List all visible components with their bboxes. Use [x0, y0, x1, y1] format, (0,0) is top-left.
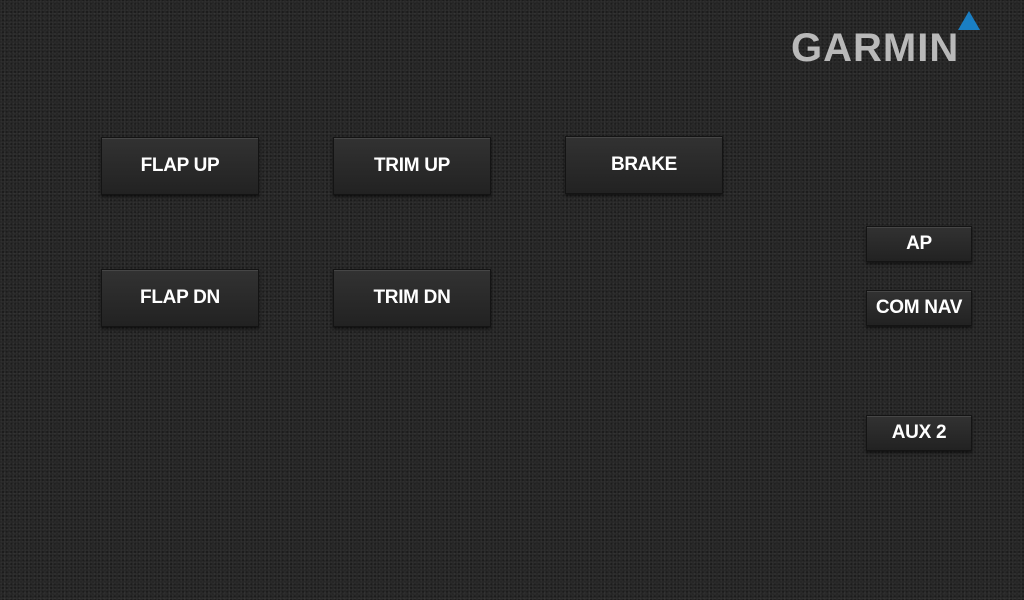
flap-up-button[interactable]: FLAP UP — [101, 137, 259, 195]
trim-up-button[interactable]: TRIM UP — [333, 137, 491, 195]
aux-2-button[interactable]: AUX 2 — [866, 415, 972, 451]
flap-dn-button[interactable]: FLAP DN — [101, 269, 259, 327]
garmin-triangle-icon — [958, 11, 980, 30]
com-nav-button[interactable]: COM NAV — [866, 290, 972, 326]
trim-dn-button[interactable]: TRIM DN — [333, 269, 491, 327]
brake-button[interactable]: BRAKE — [565, 136, 723, 194]
ap-button[interactable]: AP — [866, 226, 972, 262]
garmin-logo-text: GARMIN — [791, 26, 960, 70]
